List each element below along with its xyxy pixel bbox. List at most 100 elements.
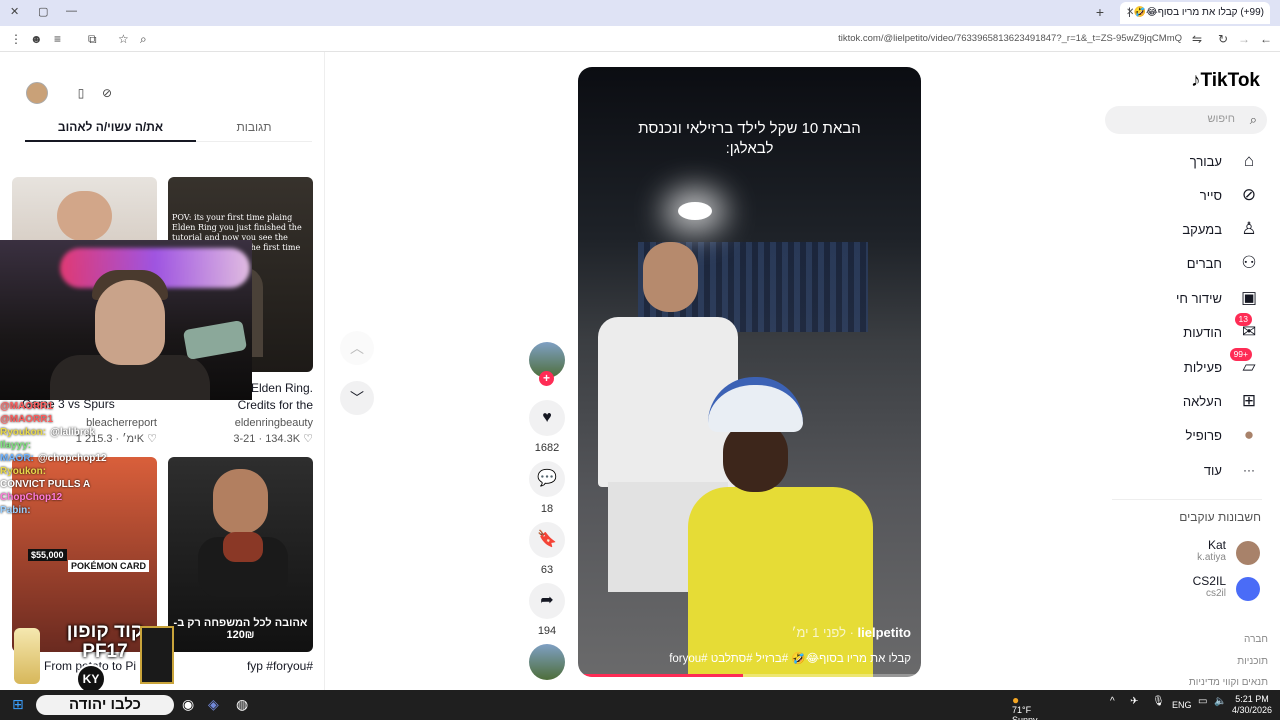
tiktok-logo[interactable]: ♪TikTok (1191, 70, 1260, 92)
close-tab-icon[interactable]: ✕ (1126, 2, 1134, 24)
search-input[interactable]: ⌕ חיפוש (1105, 106, 1267, 134)
clock[interactable]: 5:21 PM 4/30/2026 (1232, 694, 1272, 716)
perfume-bottle-image (140, 626, 174, 684)
following-account[interactable]: Kat k.atiya (1110, 538, 1260, 570)
upload-icon: ⊞ (1241, 391, 1257, 410)
reload-icon[interactable]: ↻ (1218, 32, 1228, 46)
new-tab-icon[interactable]: + (1096, 4, 1104, 20)
footer-link[interactable]: תנאים וקווי מדיניות (1189, 677, 1268, 688)
share-button[interactable]: ➦ (529, 583, 565, 619)
video-stats: 3-21 · 134.3K ♡ (233, 433, 313, 445)
sidebar-item-label: פעילות (1183, 360, 1222, 375)
tune-icon[interactable]: ⇋ (1192, 32, 1202, 46)
chat-text: @chopchop12 (37, 453, 107, 464)
video-progress-bar[interactable] (578, 674, 921, 677)
heart-icon: ♡ (303, 433, 313, 445)
volume-icon[interactable]: 🔈 (1214, 696, 1226, 707)
sidebar-item-following[interactable]: ♙ במעקב (1110, 218, 1260, 242)
notification-badge: 13 (1234, 313, 1252, 326)
video-author-name[interactable]: lielpetito (858, 625, 911, 640)
back-icon[interactable]: ← (1260, 32, 1272, 46)
tray-chevron-icon[interactable]: ^ (1110, 696, 1115, 707)
tab-comments[interactable]: תגובות (196, 120, 312, 142)
extension-icon[interactable]: ☻ (30, 32, 43, 46)
menu-dots-icon[interactable]: ⋮ (10, 32, 22, 46)
footer-link[interactable]: תוכניות (1237, 656, 1268, 667)
stream-chat: @MAORR1 @MAORR1 Ryoukon: @lalibrek Ilayyy: MA… (0, 400, 160, 620)
chat-message: Ryoukon: @lalibrek (0, 426, 160, 439)
forward-icon[interactable]: → (1238, 32, 1250, 46)
windows-start-icon[interactable]: ⊞ (12, 696, 24, 713)
video-author-line: lielpetito · לפני 1 ימ׳ (791, 625, 911, 640)
clock-time: 5:21 PM (1235, 694, 1269, 704)
footer-link[interactable]: חברה (1244, 634, 1268, 645)
following-accounts-title: חשבונות עוקבים (1179, 510, 1261, 524)
network-icon[interactable]: ▭ (1198, 696, 1207, 707)
more-icon: ··· (1243, 463, 1255, 477)
obs-icon[interactable]: ◍ (236, 696, 248, 713)
url-field[interactable]: tiktok.com/@lielpetito/video/76339658136… (838, 33, 1182, 44)
video-description: קבלו את מריו בסוף😂🤣 #ברזיל #סתלבט #foryo… (669, 653, 911, 665)
comment-button[interactable]: 💬 (529, 461, 565, 497)
follow-plus-icon[interactable]: + (539, 371, 554, 386)
discord-icon[interactable]: ◈ (208, 696, 219, 713)
bookmark-star-icon[interactable]: ☆ (118, 32, 129, 46)
sidebar-item-messages[interactable]: ✉ 13 הודעות (1110, 313, 1260, 345)
music-disc-avatar[interactable] (529, 644, 565, 680)
previous-video-button[interactable]: ︿ (340, 331, 374, 365)
clock-date: 4/30/2026 (1232, 705, 1273, 715)
sidebar-item-label: חברים (1186, 256, 1222, 271)
video-progress-fill (578, 674, 743, 677)
creator-avatar[interactable] (26, 82, 48, 104)
chat-username: CONVICT PULLS A (0, 479, 91, 490)
minimize-window-icon[interactable]: — (66, 5, 77, 17)
maximize-window-icon[interactable]: ▢ (38, 5, 48, 18)
language-indicator[interactable]: ENG (1172, 700, 1192, 710)
sidebar-item-label: פרופיל (1185, 428, 1222, 443)
sidebar-item-profile[interactable]: ● פרופיל (1110, 424, 1260, 448)
like-button[interactable]: ♥ (529, 400, 565, 436)
chat-username: Pabin: (0, 505, 31, 516)
sidebar-item-compass[interactable]: ⊘ סייר (1110, 184, 1260, 208)
tab-you-may-like[interactable]: את/ה עשוי/ה לאהוב (25, 120, 196, 142)
chat-message: ChopChop12 (0, 491, 160, 504)
sidebar-item-more[interactable]: ··· עוד (1110, 459, 1260, 483)
zoom-icon[interactable]: ⌕ (140, 32, 147, 47)
video-author[interactable]: eldenringbeauty (168, 417, 313, 429)
following-account[interactable]: CS2IL cs2il (1110, 574, 1260, 606)
explore-icon[interactable]: ⊘ (96, 82, 118, 104)
device-icon[interactable]: ▯ (70, 82, 92, 104)
tray-app-icon[interactable]: ✈ (1130, 696, 1138, 707)
sidebar-item-label: עוד (1203, 463, 1222, 478)
taskbar-banner: כלבו יהודה (36, 695, 174, 715)
avatar (1236, 541, 1260, 565)
like-count: 1682 (534, 442, 560, 454)
live-icon: ▣ (1240, 288, 1258, 307)
weather-widget[interactable]: ● 71°F Sunny (1012, 694, 1038, 725)
extensions-list-icon[interactable]: ≡ (54, 32, 61, 46)
video-thumbnail[interactable]: אהובה לכל המשפחה רק ב- 120₪ (168, 457, 313, 652)
sidebar-item-upload[interactable]: ⊞ העלאה (1110, 390, 1260, 414)
sidebar-item-activity[interactable]: ▱ 99+ פעילות (1110, 348, 1260, 380)
sidebar-item-friends[interactable]: ⚇ חברים (1110, 252, 1260, 276)
video-caption[interactable]: fyp #foryou# (168, 659, 313, 673)
sidebar-item-live[interactable]: ▣ שידור חי (1110, 287, 1260, 311)
address-bar: ⋮ ☻ ≡ ⧉ ☆ ⌕ tiktok.com/@lielpetito/video… (0, 26, 1280, 52)
next-video-button[interactable]: ﹀ (340, 381, 374, 415)
sidebar-toggle-icon[interactable]: ⧉ (88, 32, 97, 47)
tab-title: (99+) קבלו את מריו בסוף😂🤣 | (1128, 7, 1264, 18)
thumbnail-text: אהובה לכל המשפחה רק ב- 120₪ (173, 617, 308, 641)
chrome-icon[interactable]: ◉ (182, 696, 194, 713)
close-window-icon[interactable]: ✕ (10, 5, 19, 18)
save-button[interactable]: 🔖 (529, 522, 565, 558)
chat-username: @MAORR1 (0, 401, 54, 412)
chat-username: Ryoukon: (0, 466, 47, 477)
comment-count: 18 (540, 503, 554, 515)
sidebar-item-home[interactable]: ⌂ עבורך (1110, 150, 1260, 174)
chat-message: @MAORR1 (0, 413, 160, 426)
video-player[interactable]: הבאת 10 שקל לילד ברזילאי ונכנסת לבאלגן: … (578, 67, 921, 677)
mic-icon[interactable]: 🎙 (1152, 696, 1165, 707)
sidebar-item-label: העלאה (1182, 394, 1222, 409)
account-handle: cs2il (1205, 588, 1226, 599)
browser-tab-active[interactable]: (99+) קבלו את מריו בסוף😂🤣 | ✕ (1120, 2, 1270, 24)
